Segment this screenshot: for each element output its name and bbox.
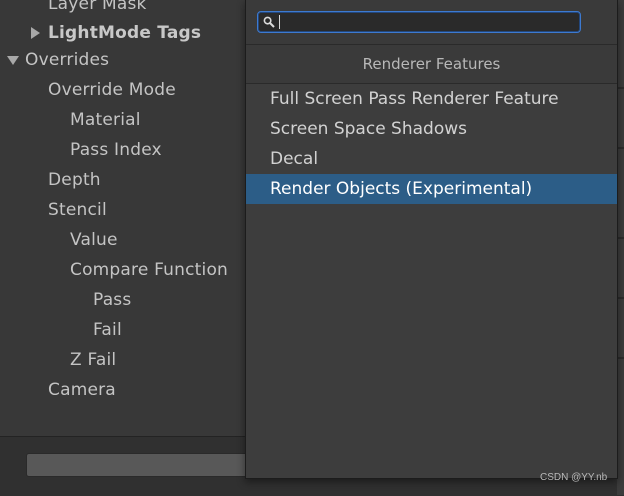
list-item-decal[interactable]: Decal [246,144,617,174]
search-input[interactable] [257,11,581,33]
text-caret [279,15,280,29]
lightmode-tags-label[interactable]: LightMode Tags [48,20,201,46]
search-bar [246,0,617,44]
pass-index-label: Pass Index [70,140,162,160]
override-mode-label: Override Mode [48,80,176,100]
field-edge-divider [617,297,624,299]
material-label: Material [70,110,141,130]
depth-label: Depth [48,170,101,190]
overrides-collapse-icon[interactable] [7,56,19,65]
stencil-value-label: Value [70,230,118,250]
lightmode-tags-expand-icon[interactable] [31,27,40,39]
field-edge-divider [617,357,624,359]
stencil-label: Stencil [48,200,107,220]
search-icon [263,16,275,28]
list-item-render-objects[interactable]: Render Objects (Experimental) [246,174,617,204]
list-item-screen-space-shadows[interactable]: Screen Space Shadows [246,114,617,144]
stencil-fail-label: Fail [93,320,122,340]
inspector-right-edge [617,0,624,495]
list-item-full-screen-pass[interactable]: Full Screen Pass Renderer Feature [246,84,617,114]
feature-list: Full Screen Pass Renderer Feature Screen… [246,84,617,204]
overrides-label[interactable]: Overrides [25,47,109,73]
field-edge-divider [617,237,624,239]
stencil-pass-label: Pass [93,290,132,310]
field-edge-divider [617,87,624,89]
z-fail-label: Z Fail [70,350,117,370]
field-edge-divider [617,147,624,149]
compare-function-label: Compare Function [70,260,229,280]
popup-header: Renderer Features [246,44,617,84]
renderer-features-popup: Renderer Features Full Screen Pass Rende… [245,0,618,479]
camera-label: Camera [48,380,116,400]
layer-mask-label: Layer Mask [48,0,147,14]
watermark: CSDN @YY.nb [540,472,608,483]
